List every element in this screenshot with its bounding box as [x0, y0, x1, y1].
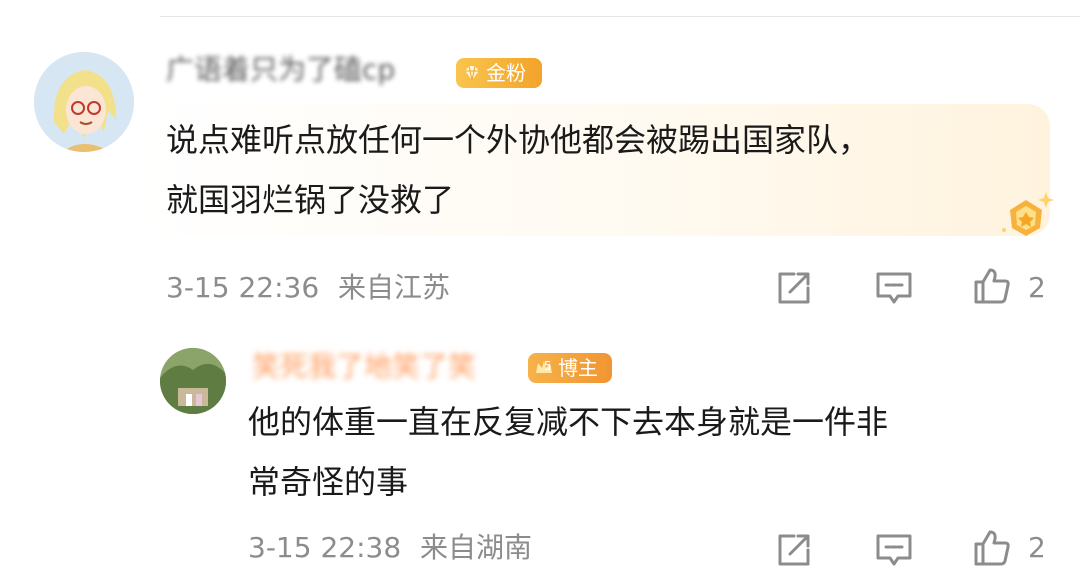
diamond-icon — [465, 65, 479, 81]
comment-username[interactable]: 笑死我了地笑了笑 — [252, 347, 476, 387]
divider — [160, 16, 1080, 17]
timestamp: 3-15 22:36 — [166, 271, 320, 304]
medal-icon — [1002, 192, 1054, 236]
avatar[interactable] — [34, 52, 134, 152]
comment-text-line: 就国羽烂锅了没救了 — [166, 181, 455, 219]
badge-level: 5 — [544, 359, 552, 373]
comment-icon[interactable] — [874, 530, 914, 570]
comment-icon[interactable] — [874, 268, 914, 308]
username-text: 广语着只为了磕cp — [166, 53, 396, 86]
location: 来自江苏 — [338, 271, 451, 304]
comment-text-line: 说点难听点放任何一个外协他都会被踢出国家队， — [166, 121, 871, 159]
comment-text[interactable]: 说点难听点放任何一个外协他都会被踢出国家队， 就国羽烂锅了没救了 — [166, 110, 1006, 230]
fan-badge[interactable]: 金粉4 — [456, 58, 542, 115]
comment-meta: 3-15 22:38 来自湖南 — [248, 530, 532, 566]
like-icon[interactable] — [972, 528, 1012, 568]
username-text: 笑死我了地笑了笑 — [252, 350, 477, 383]
comment-meta: 3-15 22:36 来自江苏 — [166, 270, 450, 306]
badge-label: 博主 — [558, 356, 598, 380]
location: 来自湖南 — [420, 531, 533, 564]
timestamp: 3-15 22:38 — [248, 531, 402, 564]
avatar[interactable] — [160, 348, 226, 414]
comment-text-line: 他的体重一直在反复减不下去本身就是一件非 — [248, 403, 889, 441]
share-icon[interactable] — [774, 268, 814, 308]
like-count: 2 — [1028, 271, 1046, 304]
comment-username[interactable]: 广语着只为了磕cp — [166, 50, 395, 90]
like-icon[interactable] — [972, 266, 1012, 306]
comment-text-line: 常奇怪的事 — [248, 463, 409, 501]
avatar-image — [34, 52, 134, 152]
author-badge[interactable]: 5 博主 — [528, 353, 612, 383]
like-count: 2 — [1028, 531, 1046, 564]
avatar-image — [160, 348, 226, 414]
share-icon[interactable] — [774, 530, 814, 570]
comment-text[interactable]: 他的体重一直在反复减不下去本身就是一件非 常奇怪的事 — [248, 392, 1048, 512]
